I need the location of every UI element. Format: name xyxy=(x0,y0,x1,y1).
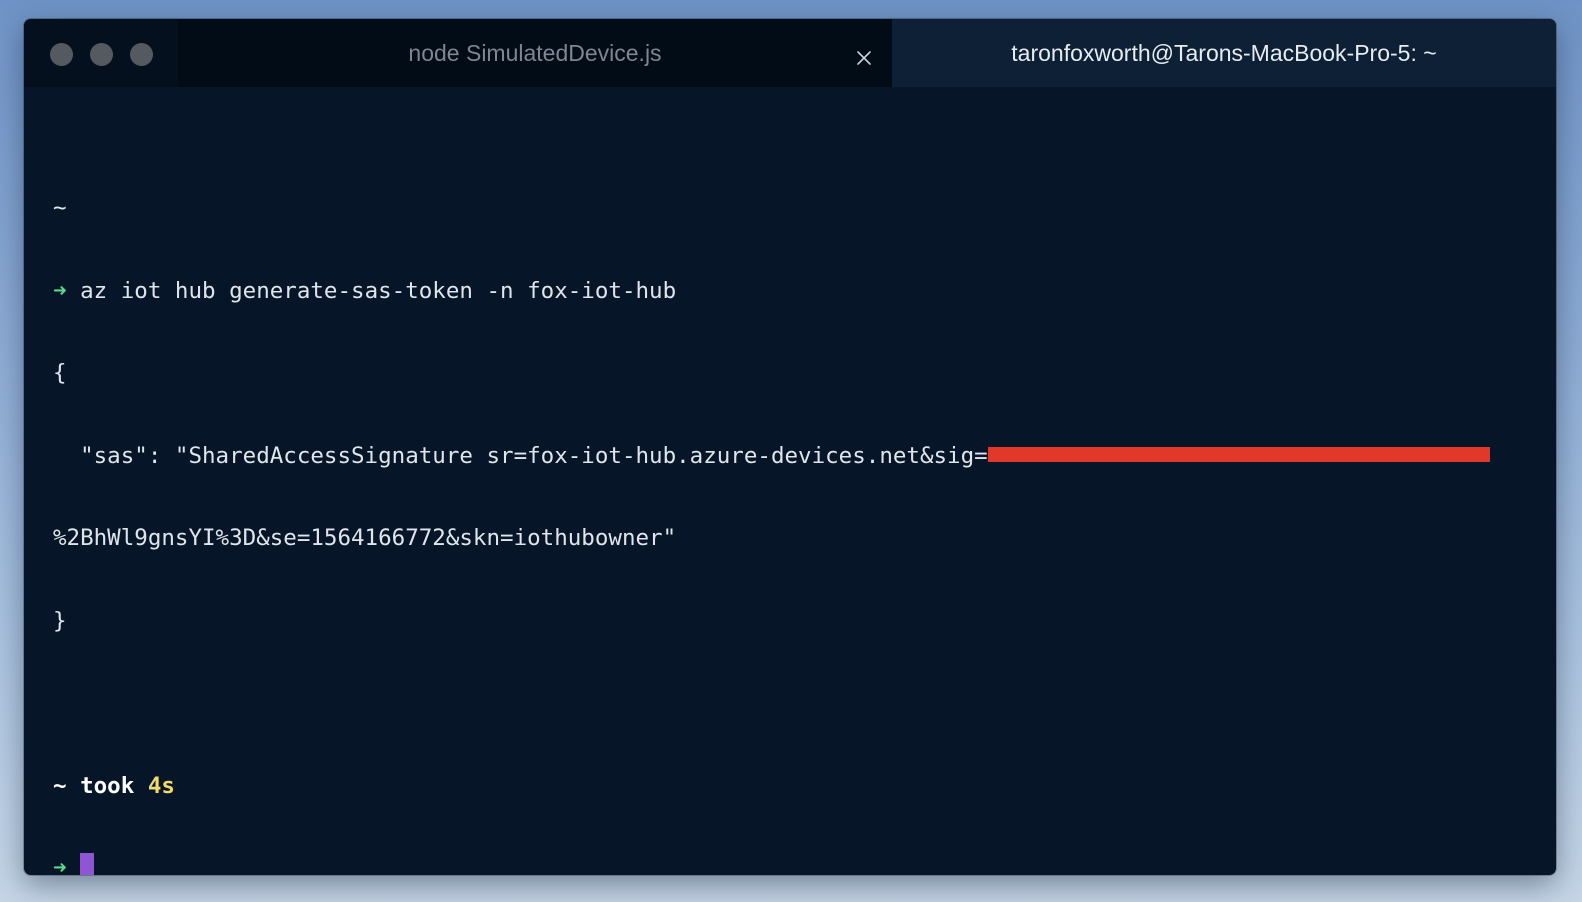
prompt-directory-line: ~ xyxy=(53,195,1536,223)
output-line: { xyxy=(53,360,1536,388)
prompt-arrow-icon: ➜ xyxy=(53,277,67,304)
output-line: } xyxy=(53,608,1536,636)
output-sas-continuation: %2BhWl9gnsYI%3D&se=1564166772&skn=iothub… xyxy=(53,525,677,551)
close-tab-icon[interactable] xyxy=(856,45,872,65)
prompt-directory: ~ xyxy=(53,195,67,221)
tab-shell[interactable]: taronfoxworth@Tarons-MacBook-Pro-5: ~ xyxy=(892,19,1556,87)
tab-simulated-device[interactable]: node SimulatedDevice.js xyxy=(178,19,892,87)
title-bar: node SimulatedDevice.js taronfoxworth@Ta… xyxy=(24,19,1556,87)
command-text: az iot hub generate-sas-token -n fox-iot… xyxy=(80,277,677,304)
command-line: ➜ az iot hub generate-sas-token -n fox-i… xyxy=(53,278,1536,306)
output-close-brace: } xyxy=(53,607,67,634)
output-sas-prefix: "sas": "SharedAccessSignature sr=fox-iot… xyxy=(53,442,988,469)
output-open-brace: { xyxy=(53,360,67,386)
close-window-button[interactable] xyxy=(50,43,73,66)
terminal-output[interactable]: ~ ➜ az iot hub generate-sas-token -n fox… xyxy=(53,140,1536,875)
took-duration: 4s xyxy=(147,772,175,799)
redaction-bar xyxy=(987,447,1490,462)
minimize-window-button[interactable] xyxy=(90,43,113,66)
prompt-directory: ~ xyxy=(53,772,67,799)
output-line: %2BhWl9gnsYI%3D&se=1564166772&skn=iothub… xyxy=(53,525,1536,553)
prompt-arrow-icon: ➜ xyxy=(53,855,67,875)
tab-label: node SimulatedDevice.js xyxy=(408,39,662,66)
output-line: "sas": "SharedAccessSignature sr=fox-iot… xyxy=(53,443,1536,471)
took-label: took xyxy=(80,772,135,799)
input-line: ➜ xyxy=(53,853,1536,875)
text-cursor[interactable] xyxy=(80,853,95,875)
took-line: ~ took 4s xyxy=(53,773,1536,801)
zoom-window-button[interactable] xyxy=(130,43,153,66)
tab-label: taronfoxworth@Tarons-MacBook-Pro-5: ~ xyxy=(1011,39,1437,66)
terminal-window: node SimulatedDevice.js taronfoxworth@Ta… xyxy=(24,19,1556,875)
